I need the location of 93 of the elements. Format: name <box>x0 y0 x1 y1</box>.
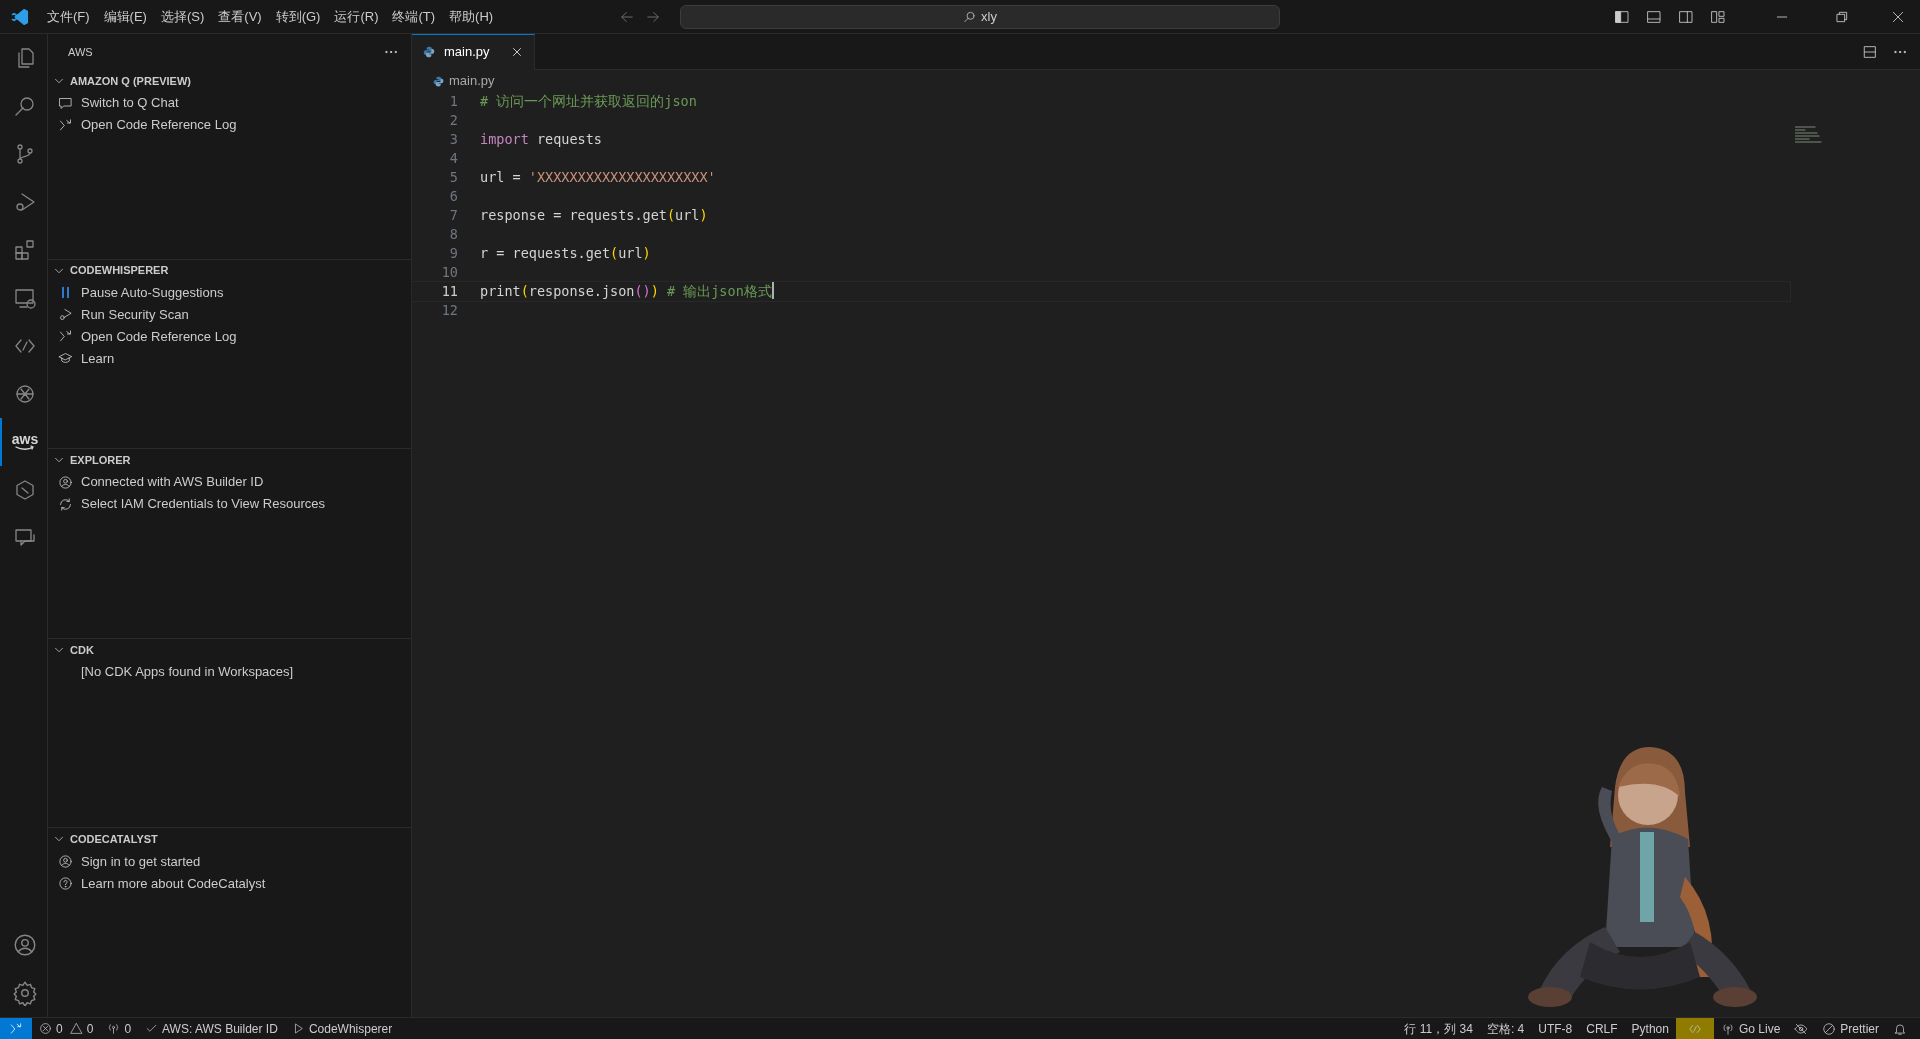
ports-icon <box>107 1022 121 1035</box>
menu-item[interactable]: 查看(V) <box>211 6 269 27</box>
line-number: 6 <box>448 187 459 206</box>
broadcast-icon <box>1720 1021 1735 1036</box>
code-line: print(response.json()) # 输出json格式 <box>480 282 772 301</box>
account-icon <box>12 932 38 958</box>
status-item[interactable]: Python <box>1624 1018 1676 1039</box>
line-number: 9 <box>448 244 459 263</box>
tree-item[interactable]: Switch to Q Chat <box>48 92 411 114</box>
tree-item[interactable]: Select IAM Credentials to View Resources <box>48 493 411 516</box>
text-cursor <box>771 282 774 299</box>
section-header[interactable]: CODECATALYST <box>48 828 411 851</box>
bell-icon <box>1893 1021 1907 1036</box>
code-line: url = 'XXXXXXXXXXXXXXXXXXXXX' <box>480 168 716 187</box>
merge-icon <box>58 329 73 345</box>
extensions-icon <box>13 238 37 262</box>
sidebar-layout-icon[interactable] <box>1614 8 1630 25</box>
python-file-icon <box>432 74 445 88</box>
search-icon <box>963 9 978 24</box>
status-item[interactable]: 行 11，列 34 <box>1397 1018 1480 1039</box>
blocked-icon <box>1822 1021 1837 1036</box>
layout-grid-icon[interactable] <box>1710 8 1726 25</box>
app-logo-icon <box>10 6 30 27</box>
line-number: 2 <box>448 111 459 130</box>
hexagon-icon <box>13 478 37 502</box>
line-number: 8 <box>448 225 459 244</box>
line-number: 11 <box>440 282 459 301</box>
line-number: 7 <box>448 206 459 225</box>
section-header[interactable]: AMAZON Q (PREVIEW) <box>48 70 411 92</box>
status-item[interactable]: 空格: 4 <box>1479 1018 1532 1039</box>
status-item[interactable]: AWS: AWS Builder ID <box>138 1018 285 1039</box>
merge-icon <box>58 117 73 133</box>
line-number: 3 <box>448 130 459 149</box>
line-number: 10 <box>440 263 459 282</box>
panel-layout-icon[interactable] <box>1646 8 1662 25</box>
smile-arrow-icon <box>15 445 35 451</box>
menu-item[interactable]: 编辑(E) <box>96 6 154 27</box>
menu-item[interactable]: 选择(S) <box>153 6 212 27</box>
menu-item[interactable]: 文件(F) <box>40 6 97 27</box>
breadcrumb-item[interactable]: main.py <box>449 71 495 91</box>
menu-item[interactable]: 转到(G) <box>268 6 328 27</box>
status-item[interactable]: 0 <box>69 1018 101 1039</box>
section-header[interactable]: EXPLORER <box>48 449 411 472</box>
line-number: 4 <box>448 149 459 168</box>
status-item[interactable]: Prettier <box>1815 1018 1886 1039</box>
menu-item[interactable]: 终端(T) <box>385 6 443 27</box>
tree-item[interactable]: Run Security Scan <box>48 303 411 326</box>
split-editor-icon[interactable] <box>1862 43 1878 60</box>
remote-explorer-icon <box>13 286 37 310</box>
tree-item[interactable]: Learn more about CodeCatalyst <box>48 872 411 895</box>
warning-icon <box>69 1022 83 1035</box>
check-icon <box>145 1022 159 1035</box>
section-header[interactable]: CODEWHISPERER <box>48 259 411 282</box>
search-field[interactable]: xly <box>680 4 1280 29</box>
status-item[interactable]: CRLF <box>1579 1018 1625 1039</box>
status-item[interactable]: 0 <box>100 1018 139 1039</box>
python-file-icon <box>422 45 436 59</box>
code-line: r = requests.get(url) <box>480 244 651 263</box>
eye-slash-icon <box>1794 1021 1809 1036</box>
menu-item[interactable]: 帮助(H) <box>442 6 501 27</box>
menu-item[interactable]: 运行(R) <box>327 6 386 27</box>
status-item[interactable]: 0 <box>32 1018 70 1039</box>
help-icon <box>58 875 73 891</box>
account-icon <box>58 474 73 490</box>
code-line: import requests <box>480 130 602 149</box>
tree-item[interactable]: Sign in to get started <box>48 850 411 873</box>
status-item[interactable] <box>1675 1018 1714 1039</box>
section-header[interactable]: CDK <box>48 638 411 661</box>
error-icon <box>39 1022 52 1035</box>
line-number: 5 <box>448 168 459 187</box>
refresh-icon <box>58 496 73 512</box>
status-item[interactable]: Go Live <box>1713 1018 1788 1039</box>
line-number: 1 <box>448 92 459 111</box>
status-item[interactable]: UTF-8 <box>1531 1018 1580 1039</box>
tree-item[interactable]: Learn <box>48 347 411 370</box>
knot-icon <box>13 382 37 406</box>
remote-icon <box>9 1021 23 1036</box>
sidebar-title: AWS <box>68 44 93 60</box>
line-number: 12 <box>440 301 459 320</box>
editor-tab[interactable]: main.py <box>412 33 535 70</box>
status-item[interactable]: CodeWhisperer <box>284 1018 400 1039</box>
search-icon <box>13 94 37 118</box>
code-line: response = requests.get(url) <box>480 206 708 225</box>
secondary-sidebar-icon[interactable] <box>1678 8 1694 25</box>
tree-item[interactable]: [No CDK Apps found in Workspaces] <box>48 660 411 683</box>
chat-bubble-icon <box>58 95 73 111</box>
settings-icon <box>12 980 38 1006</box>
code-line: # 访问一个网址并获取返回的json <box>480 92 697 111</box>
tree-item[interactable]: Pause Auto-Suggestions <box>48 281 411 304</box>
tree-item[interactable]: Open Code Reference Log <box>48 325 411 348</box>
tree-item[interactable]: Connected with AWS Builder ID <box>48 471 411 494</box>
account-icon <box>58 853 73 869</box>
tree-item[interactable]: Open Code Reference Log <box>48 114 411 136</box>
